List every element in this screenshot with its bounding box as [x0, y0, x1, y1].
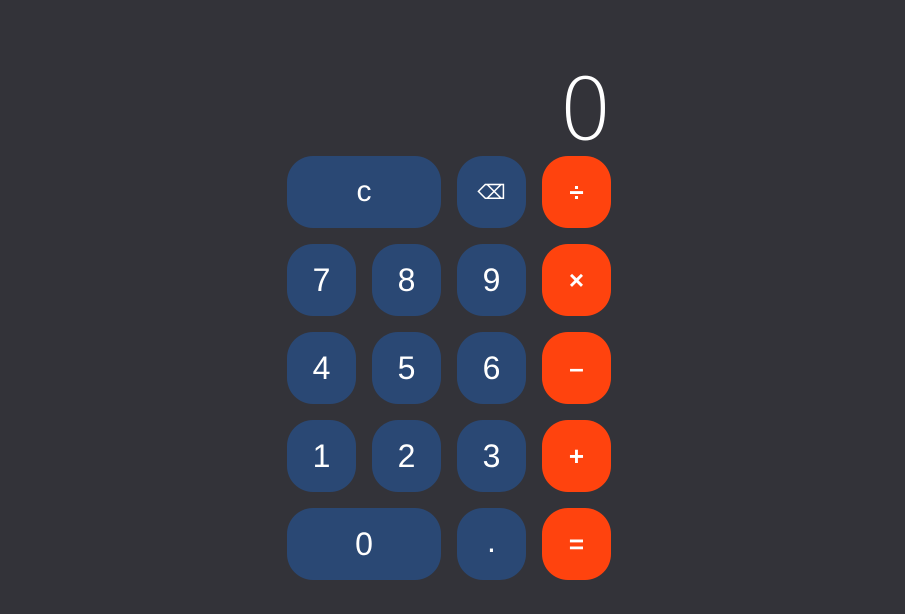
digit-7-button[interactable]: 7: [287, 244, 356, 316]
decimal-button[interactable]: .: [457, 508, 526, 580]
digit-1-button[interactable]: 1: [287, 420, 356, 492]
divide-button[interactable]: ÷: [542, 156, 611, 228]
digit-0-button[interactable]: 0: [287, 508, 441, 580]
digit-5-button[interactable]: 5: [372, 332, 441, 404]
subtract-button[interactable]: –: [542, 332, 611, 404]
equals-button[interactable]: =: [542, 508, 611, 580]
digit-3-button[interactable]: 3: [457, 420, 526, 492]
digit-2-button[interactable]: 2: [372, 420, 441, 492]
result-display: 0: [558, 60, 613, 160]
backspace-button[interactable]: ⌫: [457, 156, 526, 228]
digit-8-button[interactable]: 8: [372, 244, 441, 316]
digit-9-button[interactable]: 9: [457, 244, 526, 316]
digit-4-button[interactable]: 4: [287, 332, 356, 404]
add-button[interactable]: +: [542, 420, 611, 492]
clear-button[interactable]: c: [287, 156, 441, 228]
multiply-button[interactable]: ×: [542, 244, 611, 316]
digit-6-button[interactable]: 6: [457, 332, 526, 404]
